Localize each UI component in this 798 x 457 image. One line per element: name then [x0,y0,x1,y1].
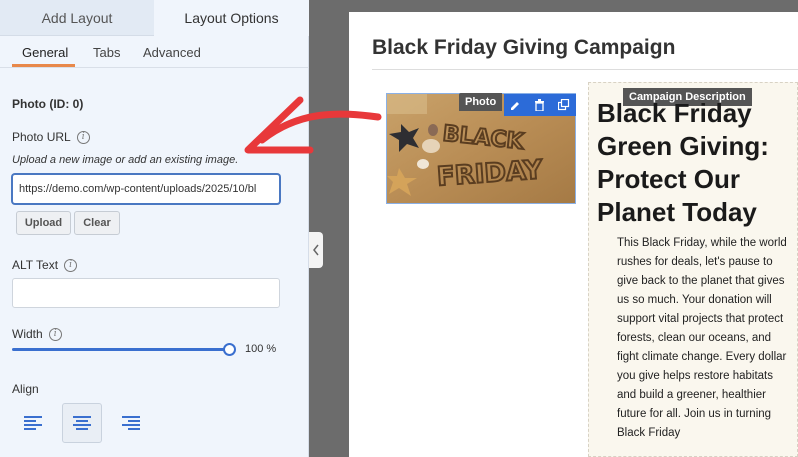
section-title: Photo (ID: 0) [12,97,84,111]
alt-text-label-text: ALT Text [12,258,59,272]
top-tabs: Add Layout Layout Options [0,0,309,36]
align-label: Align [12,382,39,396]
align-right-icon [122,416,140,430]
tab-layout-options[interactable]: Layout Options [154,0,309,36]
align-right-button[interactable] [111,403,151,443]
photo-url-help: Upload a new image or add an existing im… [12,154,239,166]
info-icon[interactable]: i [48,327,62,341]
photo-module-badge: Photo [459,93,503,111]
width-value: 100 % [245,343,276,355]
layout-options-panel: Add Layout Layout Options General Tabs A… [0,0,309,457]
collapse-panel-button[interactable] [309,232,323,268]
width-label-text: Width [12,327,43,341]
edit-icon[interactable] [510,100,521,111]
align-center-button[interactable] [62,403,102,443]
title-divider [372,69,798,70]
photo-module-toolbar [504,94,576,116]
tab-add-layout[interactable]: Add Layout [0,0,154,36]
photo-url-label: Photo URL i [12,130,90,144]
width-slider-handle[interactable] [223,343,236,356]
width-label: Width i [12,327,62,341]
chevron-left-icon [313,244,319,256]
alt-text-input[interactable] [12,278,280,308]
align-label-text: Align [12,382,39,396]
width-value-number: 100 [245,343,264,355]
description-heading: Black Friday Green Giving: Protect Our P… [597,98,769,227]
align-left-icon [24,416,42,430]
photo-url-label-text: Photo URL [12,130,71,144]
width-value-unit: % [266,343,277,355]
description-body: This Black Friday, while the world rushe… [617,237,787,439]
active-tab-underline [12,64,75,67]
page-title: Black Friday Giving Campaign [372,36,676,59]
tab-tabs[interactable]: Tabs [93,45,120,60]
photo-url-input[interactable] [12,174,280,204]
info-icon[interactable]: i [76,130,90,144]
width-slider-track[interactable] [12,348,230,351]
tab-general[interactable]: General [22,45,68,60]
align-center-icon [73,416,91,430]
align-left-button[interactable] [13,403,53,443]
clear-button[interactable]: Clear [74,211,120,235]
info-icon[interactable]: i [64,258,78,272]
upload-button[interactable]: Upload [16,211,71,235]
tab-advanced[interactable]: Advanced [143,45,201,60]
alt-text-label: ALT Text i [12,258,78,272]
duplicate-icon[interactable] [557,99,570,111]
trash-icon[interactable] [534,99,545,111]
